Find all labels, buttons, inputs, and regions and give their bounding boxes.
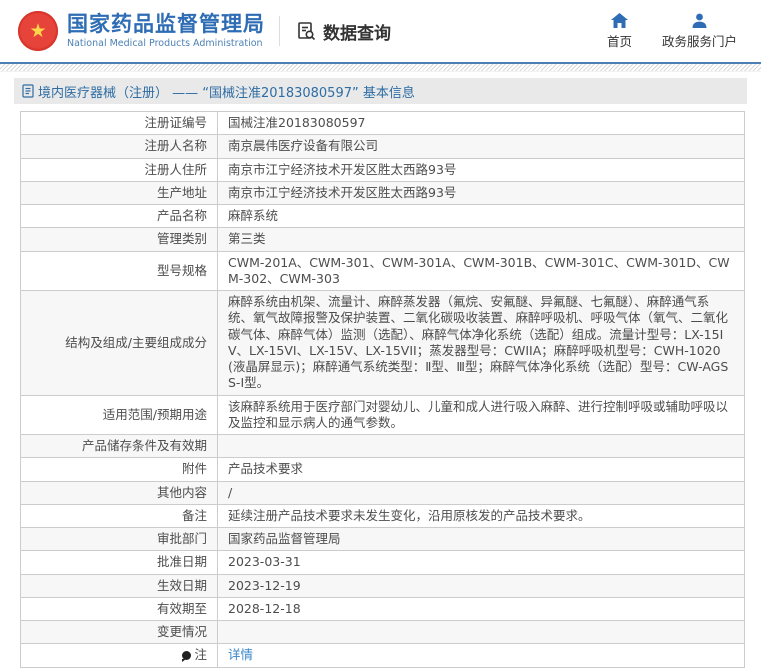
row-value: 南京市江宁经济技术开发区胜太西路93号 [218, 158, 745, 181]
table-row: 管理类别第三类 [21, 228, 745, 251]
row-value: 国械注准20183080597 [218, 112, 745, 135]
registration-info-table: 注册证编号国械注准20183080597注册人名称南京晨伟医疗设备有限公司注册人… [20, 111, 745, 668]
row-value: 2028-12-18 [218, 597, 745, 620]
row-value: 2023-03-31 [218, 551, 745, 574]
breadcrumb: 境内医疗器械（注册） —— “国械注准20183080597” 基本信息 [14, 78, 747, 104]
row-label: 注册人住所 [21, 158, 218, 181]
row-value: 南京晨伟医疗设备有限公司 [218, 135, 745, 158]
row-label: 审批部门 [21, 528, 218, 551]
row-value: 详情 [218, 644, 745, 667]
header-nav: 首页 政务服务门户 [607, 13, 747, 50]
row-label: 注 [21, 644, 218, 667]
row-value: 延续注册产品技术要求未发生变化，沿用原核发的产品技术要求。 [218, 504, 745, 527]
table-row: 注册人住所南京市江宁经济技术开发区胜太西路93号 [21, 158, 745, 181]
header-divider [279, 16, 280, 46]
table-row: 变更情况 [21, 621, 745, 644]
home-icon [611, 13, 628, 28]
note-icon [182, 651, 191, 660]
table-row: 注详情 [21, 644, 745, 667]
table-row: 附件产品技术要求 [21, 458, 745, 481]
table-row: 批准日期2023-03-31 [21, 551, 745, 574]
nav-home[interactable]: 首页 [607, 13, 632, 50]
row-label: 注册人名称 [21, 135, 218, 158]
row-label: 适用范围/预期用途 [21, 395, 218, 435]
national-emblem-icon: ★ [18, 11, 58, 51]
row-label: 管理类别 [21, 228, 218, 251]
row-label: 其他内容 [21, 481, 218, 504]
row-label: 产品名称 [21, 205, 218, 228]
row-value: 2023-12-19 [218, 574, 745, 597]
brand-title-cn: 国家药品监督管理局 [67, 13, 265, 36]
table-row: 其他内容/ [21, 481, 745, 504]
table-row: 注册人名称南京晨伟医疗设备有限公司 [21, 135, 745, 158]
table-row: 有效期至2028-12-18 [21, 597, 745, 620]
brand-text: 国家药品监督管理局 National Medical Products Admi… [67, 13, 265, 49]
table-row: 注册证编号国械注准20183080597 [21, 112, 745, 135]
row-label: 注册证编号 [21, 112, 218, 135]
row-label: 结构及组成/主要组成成分 [21, 291, 218, 396]
table-row: 生效日期2023-12-19 [21, 574, 745, 597]
table-row: 适用范围/预期用途该麻醉系统用于医疗部门对婴幼儿、儿童和成人进行吸入麻醉、进行控… [21, 395, 745, 435]
row-label: 生产地址 [21, 181, 218, 204]
page-header: ★ 国家药品监督管理局 National Medical Products Ad… [0, 0, 761, 64]
table-row: 备注延续注册产品技术要求未发生变化，沿用原核发的产品技术要求。 [21, 504, 745, 527]
row-value: 国家药品监督管理局 [218, 528, 745, 551]
row-value: 麻醉系统 [218, 205, 745, 228]
table-row: 型号规格CWM-201A、CWM-301、CWM-301A、CWM-301B、C… [21, 251, 745, 291]
data-query-link[interactable]: 数据查询 [296, 19, 391, 44]
row-value [218, 621, 745, 644]
doc-search-icon [296, 21, 317, 42]
row-value: 第三类 [218, 228, 745, 251]
row-value: 产品技术要求 [218, 458, 745, 481]
row-value: / [218, 481, 745, 504]
document-icon [22, 84, 34, 98]
row-label: 型号规格 [21, 251, 218, 291]
table-row: 审批部门国家药品监督管理局 [21, 528, 745, 551]
nav-portal[interactable]: 政务服务门户 [662, 13, 737, 50]
row-label: 批准日期 [21, 551, 218, 574]
user-icon [692, 13, 707, 28]
nmpa-logo[interactable]: ★ 国家药品监督管理局 National Medical Products Ad… [18, 11, 265, 51]
row-label: 变更情况 [21, 621, 218, 644]
nav-portal-label: 政务服务门户 [662, 31, 737, 50]
row-value: 麻醉系统由机架、流量计、麻醉蒸发器（氟烷、安氟醚、异氟醚、七氟醚）、麻醉通气系统… [218, 291, 745, 396]
row-label: 产品储存条件及有效期 [21, 435, 218, 458]
brand-title-en: National Medical Products Administration [67, 38, 265, 49]
table-row: 生产地址南京市江宁经济技术开发区胜太西路93号 [21, 181, 745, 204]
row-value: 南京市江宁经济技术开发区胜太西路93号 [218, 181, 745, 204]
row-label: 备注 [21, 504, 218, 527]
nav-home-label: 首页 [607, 31, 632, 50]
header-shadow-band [0, 64, 761, 72]
row-value: 该麻醉系统用于医疗部门对婴幼儿、儿童和成人进行吸入麻醉、进行控制呼吸或辅助呼吸以… [218, 395, 745, 435]
row-label: 生效日期 [21, 574, 218, 597]
row-label: 有效期至 [21, 597, 218, 620]
row-value: CWM-201A、CWM-301、CWM-301A、CWM-301B、CWM-3… [218, 251, 745, 291]
table-row: 产品储存条件及有效期 [21, 435, 745, 458]
data-query-label: 数据查询 [323, 19, 391, 44]
row-label: 附件 [21, 458, 218, 481]
breadcrumb-text: 境内医疗器械（注册） —— “国械注准20183080597” 基本信息 [38, 82, 415, 101]
table-row: 产品名称麻醉系统 [21, 205, 745, 228]
row-value [218, 435, 745, 458]
table-row: 结构及组成/主要组成成分麻醉系统由机架、流量计、麻醉蒸发器（氟烷、安氟醚、异氟醚… [21, 291, 745, 396]
detail-link[interactable]: 详情 [228, 647, 253, 662]
star-glyph: ★ [29, 22, 46, 41]
